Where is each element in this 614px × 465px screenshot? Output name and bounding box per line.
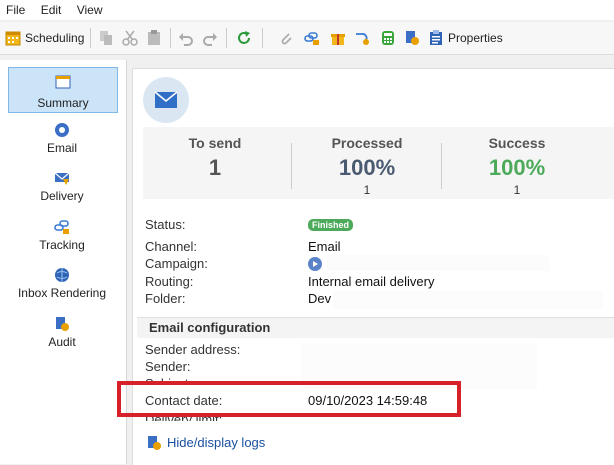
gift-icon: [331, 34, 345, 45]
attach-button[interactable]: [278, 29, 294, 47]
document-badge-icon: [406, 31, 419, 45]
properties-button[interactable]: Properties: [428, 29, 503, 47]
play-icon[interactable]: [308, 257, 322, 271]
link-button[interactable]: [304, 29, 320, 47]
toolbar: Scheduling Properties: [0, 22, 614, 55]
copy-button[interactable]: [98, 29, 114, 47]
workflow-button[interactable]: [354, 29, 370, 47]
stat-divider: [291, 143, 292, 189]
stat-label: Success: [488, 135, 546, 151]
summary-panel: To send 1 Processed 100% 1 Success 100% …: [117, 68, 614, 465]
calculator-icon: [382, 31, 394, 45]
refresh-icon: [238, 31, 250, 44]
toolbar-separator: [226, 28, 227, 48]
stat-label: To send: [188, 135, 242, 151]
stat-processed: Processed 100% 1: [297, 135, 437, 197]
properties-label: Properties: [448, 31, 503, 45]
stat-count: 1: [513, 183, 521, 197]
status-badge: Finished: [308, 219, 354, 231]
email-icon: [55, 123, 69, 137]
stat-divider: [441, 143, 442, 189]
section-title: Email configuration: [149, 320, 271, 335]
clipboard-icon: [148, 30, 160, 45]
cut-button[interactable]: [122, 29, 138, 47]
menu-file[interactable]: File: [6, 0, 25, 20]
redacted-area: [327, 255, 549, 271]
channel-label: Channel:: [145, 239, 198, 254]
stat-value: 100%: [338, 155, 396, 180]
calendar-icon: [5, 31, 21, 46]
stat-to-send: To send 1: [145, 135, 285, 181]
email-configuration-section: Email configuration: [137, 317, 614, 338]
stat-value: 100%: [488, 155, 546, 180]
sidebar-item-label: Inbox Rendering: [17, 286, 107, 300]
inbox-rendering-icon: [55, 268, 69, 282]
calculator-button[interactable]: [380, 29, 396, 47]
sidebar-item-delivery[interactable]: Delivery: [8, 170, 116, 206]
routing-label: Routing:: [145, 274, 194, 289]
audit-toolbar-button[interactable]: [404, 29, 420, 47]
sidebar-item-label: Summary: [37, 96, 89, 110]
toolbar-separator: [262, 28, 263, 48]
redo-icon: [203, 33, 217, 46]
hide-display-logs-link[interactable]: Hide/display logs: [167, 435, 265, 450]
summary-icon: [55, 75, 71, 89]
stat-value: 1: [208, 155, 222, 180]
workflow-icon: [356, 33, 369, 45]
stat-label: Processed: [331, 135, 403, 151]
sidebar-item-label: Email: [46, 141, 77, 155]
copy-icon: [100, 31, 112, 45]
status-label: Status:: [145, 217, 186, 232]
refresh-button[interactable]: [236, 29, 252, 47]
sidebar: Summary Email Delivery Tracking Inbox Re…: [0, 60, 127, 464]
menu-bar: File Edit View: [0, 0, 614, 20]
link-lock-icon: [304, 32, 319, 45]
redo-button[interactable]: [202, 29, 218, 47]
paperclip-icon: [281, 33, 292, 45]
scissors-icon: [122, 30, 138, 46]
scheduling-button[interactable]: Scheduling: [5, 29, 84, 47]
folder-value: Dev: [308, 291, 332, 306]
stat-success: Success 100% 1: [447, 135, 587, 197]
sidebar-item-tracking[interactable]: Tracking: [8, 219, 116, 255]
logs-icon: [148, 436, 161, 450]
tracking-icon: [54, 220, 69, 234]
sender-address-label: Sender address:: [145, 342, 241, 357]
sidebar-item-summary[interactable]: Summary: [8, 67, 118, 113]
sidebar-item-email[interactable]: Email: [8, 122, 116, 158]
toolbar-separator: [170, 28, 171, 48]
envelope-icon: [154, 91, 178, 108]
sidebar-item-label: Audit: [48, 335, 76, 349]
highlight-box: [117, 381, 461, 417]
delivery-avatar: [143, 77, 189, 123]
menu-edit[interactable]: Edit: [41, 0, 62, 20]
stats-panel: To send 1 Processed 100% 1 Success 100% …: [143, 127, 614, 199]
audit-icon: [56, 317, 69, 331]
sender-label: Sender:: [145, 359, 191, 374]
stat-count: 1: [363, 183, 371, 197]
toolbar-separator: [90, 28, 91, 48]
scheduling-label: Scheduling: [25, 31, 85, 45]
gift-button[interactable]: [330, 29, 346, 47]
sidebar-item-label: Tracking: [39, 238, 85, 252]
sidebar-item-audit[interactable]: Audit: [8, 316, 116, 352]
paste-button[interactable]: [146, 29, 162, 47]
sidebar-item-label: Delivery: [40, 189, 84, 203]
folder-label: Folder:: [145, 291, 186, 306]
delivery-icon: [54, 172, 70, 185]
sidebar-item-inbox-rendering[interactable]: Inbox Rendering: [8, 267, 116, 303]
redacted-area: [333, 291, 603, 309]
properties-icon: [430, 30, 442, 45]
routing-value: Internal email delivery: [308, 274, 435, 289]
undo-icon: [179, 33, 193, 46]
channel-value: Email: [308, 239, 341, 254]
menu-view[interactable]: View: [77, 0, 103, 20]
undo-button[interactable]: [178, 29, 194, 47]
campaign-label: Campaign:: [145, 256, 208, 271]
